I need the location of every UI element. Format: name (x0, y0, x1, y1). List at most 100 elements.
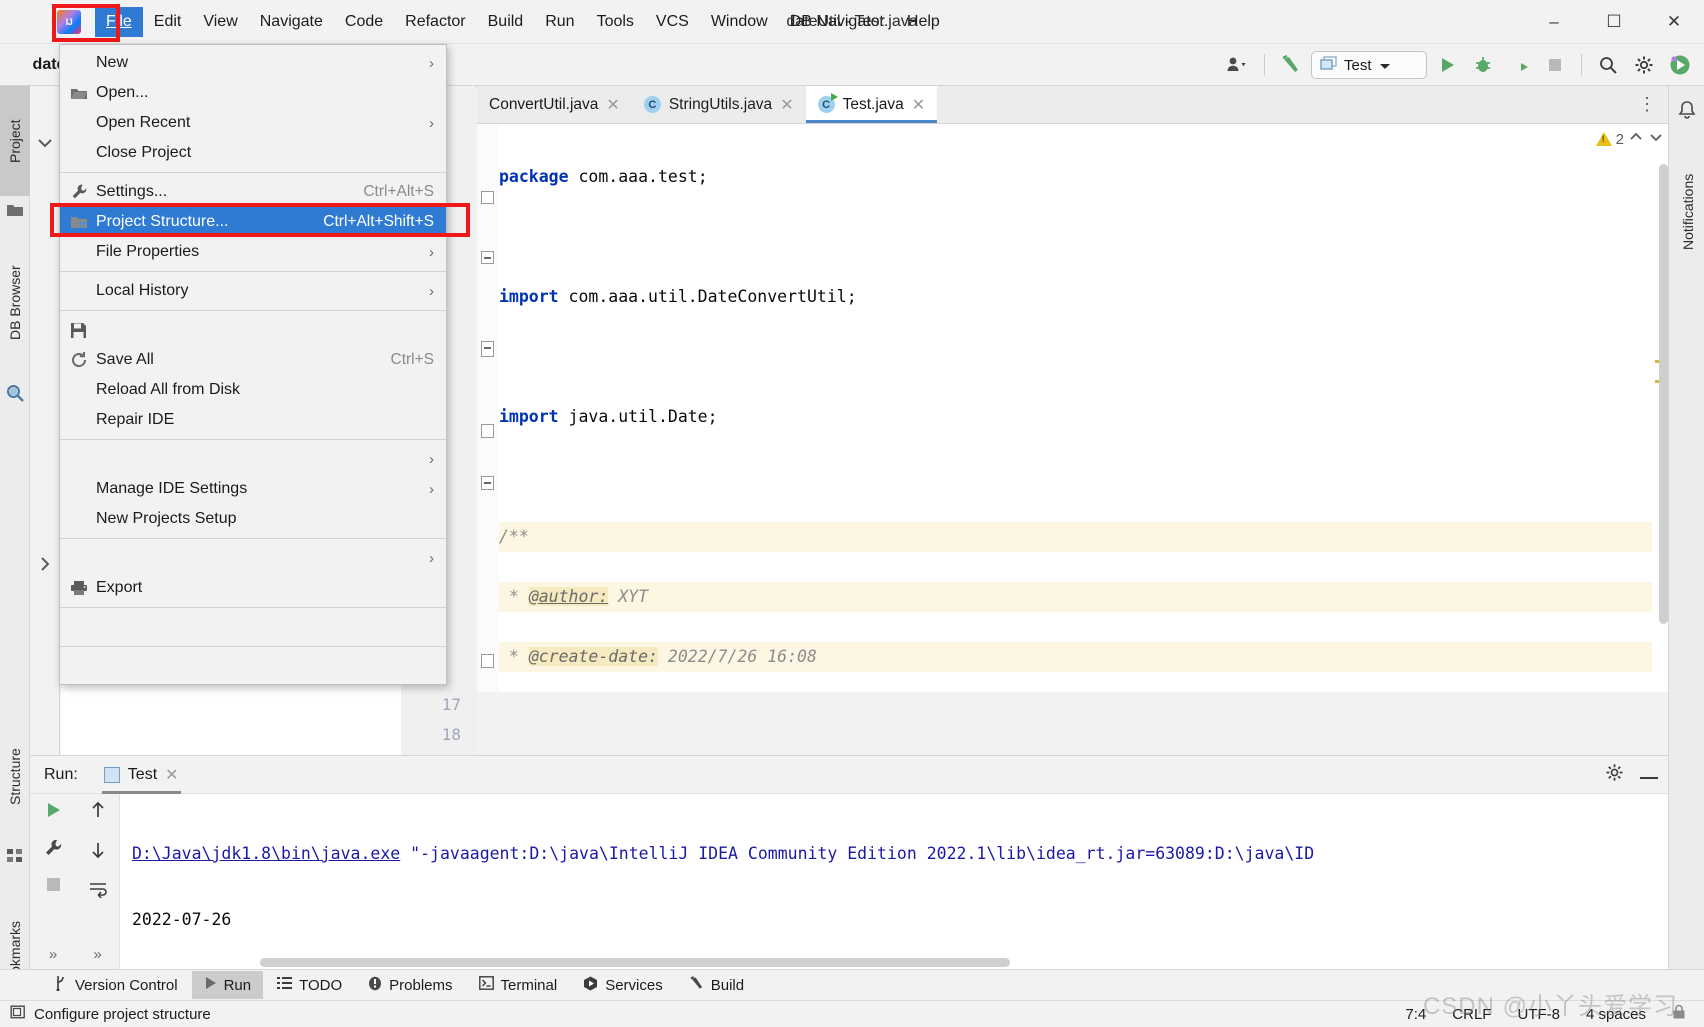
chevron-right-icon-tree[interactable] (39, 556, 51, 576)
menu-item-file-properties[interactable]: File Properties › (60, 237, 446, 267)
editor-tab-convertutil[interactable]: ConvertUtil.java ✕ (477, 86, 632, 123)
menu-run[interactable]: Run (534, 7, 585, 37)
menu-item-save-file-as-template[interactable]: New Projects Setup (60, 504, 446, 534)
fold-marker-import2[interactable] (481, 251, 494, 264)
menu-build[interactable]: Build (477, 7, 535, 37)
run-tab-test[interactable]: Test ✕ (96, 756, 187, 794)
sidebar-item-structure[interactable]: Structure (0, 712, 30, 842)
console-java-exe-path[interactable]: D:\Java\jdk1.8\bin\java.exe (132, 844, 400, 863)
menu-window[interactable]: Window (700, 7, 779, 37)
menu-item-reload-all-from-disk[interactable]: Save All Ctrl+S (60, 345, 446, 375)
menu-item-export[interactable]: › (60, 543, 446, 573)
close-icon[interactable]: ✕ (912, 95, 925, 115)
menu-item-manage-ide-settings[interactable]: › (60, 444, 446, 474)
menu-item-repair-ide[interactable]: Reload All from Disk (60, 375, 446, 405)
run-button[interactable] (1431, 50, 1463, 80)
settings-gear-icon[interactable] (1628, 50, 1660, 80)
scroll-up-icon[interactable] (89, 800, 107, 824)
inspection-widget[interactable]: 2 (1596, 130, 1664, 148)
rerun-icon[interactable] (43, 800, 63, 824)
debug-button[interactable] (1467, 50, 1499, 80)
bottom-tab-terminal[interactable]: Terminal (467, 971, 570, 999)
menu-item-invalidate-caches[interactable]: Repair IDE (60, 405, 446, 435)
gear-icon[interactable] (1605, 763, 1624, 787)
menu-item-project-structure[interactable]: Project Structure... Ctrl+Alt+Shift+S (60, 207, 446, 237)
sidebar-item-project[interactable]: Project (0, 86, 30, 196)
code-fold-gutter[interactable] (477, 124, 499, 692)
sidebar-item-db-browser[interactable]: DB Browser (0, 228, 30, 378)
bottom-tab-todo[interactable]: TODO (265, 971, 354, 999)
indent-setting[interactable]: 4 spaces (1586, 1006, 1646, 1023)
chevron-down-icon-tree[interactable] (37, 136, 53, 153)
fold-marker-method-end[interactable] (481, 654, 494, 668)
chevron-down-icon[interactable] (1379, 57, 1391, 74)
expand-icon-2[interactable]: » (93, 946, 101, 963)
run-console-output[interactable]: D:\Java\jdk1.8\bin\java.exe "-javaagent:… (120, 794, 1668, 969)
menu-db-navigator[interactable]: DB Navigator (779, 7, 896, 37)
notifications-bell-icon[interactable] (1677, 100, 1697, 124)
menu-item-print[interactable]: Export (60, 573, 446, 603)
fold-marker-javadoc-end[interactable] (481, 424, 494, 438)
fold-marker-method[interactable] (481, 476, 494, 490)
stop-button[interactable] (1539, 50, 1571, 80)
prev-problem-icon[interactable] (1628, 130, 1644, 148)
editor-marker-gutter[interactable] (1652, 162, 1668, 692)
expand-icon[interactable]: » (49, 946, 57, 963)
user-dropdown-icon[interactable] (1222, 50, 1254, 80)
scroll-down-icon[interactable] (89, 840, 107, 864)
menu-item-save-all[interactable] (60, 315, 446, 345)
main-menu-bar[interactable]: File Edit View Navigate Code Refactor Bu… (95, 0, 951, 44)
minimize-button[interactable]: – (1524, 0, 1584, 44)
caret-position[interactable]: 7:4 (1405, 1006, 1426, 1023)
file-encoding[interactable]: UTF-8 (1517, 1006, 1560, 1023)
lock-icon[interactable] (1672, 1004, 1686, 1024)
menu-navigate[interactable]: Navigate (249, 7, 334, 37)
line-separator[interactable]: CRLF (1452, 1006, 1491, 1023)
editor-vscrollbar[interactable] (1659, 164, 1668, 624)
close-icon[interactable]: ✕ (780, 95, 793, 115)
menu-refactor[interactable]: Refactor (394, 7, 476, 37)
bottom-tab-run[interactable]: Run (192, 971, 264, 999)
bottom-tab-problems[interactable]: Problems (356, 971, 464, 1000)
ide-assistant-icon[interactable] (1664, 50, 1696, 80)
bottom-tab-services[interactable]: Services (571, 971, 675, 1000)
menu-item-exit[interactable] (60, 651, 446, 681)
code-editor[interactable]: package com.aaa.test; import com.aaa.uti… (477, 124, 1668, 692)
maximize-button[interactable]: ☐ (1584, 0, 1644, 44)
run-configuration-selector[interactable]: Test (1311, 51, 1427, 79)
bottom-tab-build[interactable]: Build (677, 971, 756, 1000)
menu-help[interactable]: Help (896, 7, 951, 37)
menu-edit[interactable]: Edit (143, 7, 193, 37)
file-menu-dropdown[interactable]: New › Open... Open Recent › Close Projec… (59, 44, 447, 685)
fold-marker-javadoc[interactable] (481, 341, 494, 357)
close-icon[interactable]: ✕ (165, 765, 178, 785)
menu-tools[interactable]: Tools (586, 7, 645, 37)
menu-item-open[interactable]: Open... (60, 78, 446, 108)
more-vertical-icon[interactable]: ⋮ (1626, 86, 1668, 123)
close-button[interactable]: ✕ (1644, 0, 1704, 44)
menu-item-open-recent[interactable]: Open Recent › (60, 108, 446, 138)
next-problem-icon[interactable] (1648, 130, 1664, 148)
editor-tab-stringutils[interactable]: C StringUtils.java ✕ (632, 86, 806, 123)
menu-item-settings[interactable]: Settings... Ctrl+Alt+S (60, 177, 446, 207)
menu-item-local-history[interactable]: Local History › (60, 276, 446, 306)
editor-tab-test[interactable]: C Test.java ✕ (806, 86, 938, 123)
menu-item-close-project[interactable]: Close Project (60, 138, 446, 168)
console-hscrollbar[interactable] (260, 958, 1010, 967)
search-icon[interactable] (1592, 50, 1624, 80)
menu-vcs[interactable]: VCS (645, 7, 700, 37)
bottom-tab-version-control[interactable]: Version Control (42, 970, 190, 1000)
menu-view[interactable]: View (192, 7, 248, 37)
wrench-icon[interactable] (43, 838, 63, 862)
code-text[interactable]: package com.aaa.test; import com.aaa.uti… (499, 124, 1668, 692)
close-icon[interactable]: ✕ (606, 95, 619, 115)
sidebar-item-notifications[interactable]: Notifications (1677, 132, 1699, 292)
build-hammer-icon[interactable] (1275, 50, 1307, 80)
menu-code[interactable]: Code (334, 7, 394, 37)
menu-item-new[interactable]: New › (60, 48, 446, 78)
minimize-icon[interactable] (1640, 765, 1658, 785)
menu-item-power-save-mode[interactable] (60, 612, 446, 642)
menu-item-new-projects-setup[interactable]: Manage IDE Settings › (60, 474, 446, 504)
fold-marker-import[interactable] (481, 191, 494, 204)
stop-icon[interactable] (45, 876, 62, 897)
